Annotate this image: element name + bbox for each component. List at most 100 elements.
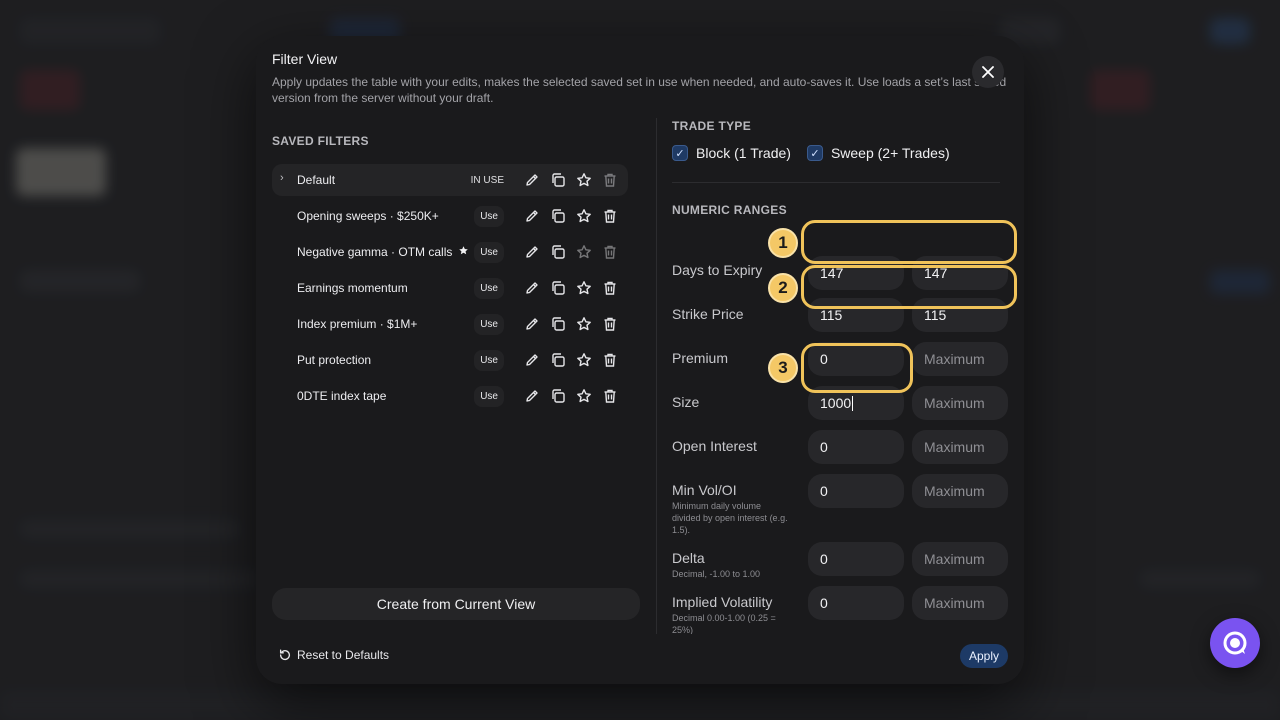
saved-filter-row[interactable]: › Default IN USE xyxy=(272,164,628,196)
saved-filter-name: Opening sweeps · $250K+ xyxy=(297,209,474,223)
panel-divider xyxy=(656,118,657,634)
pencil-icon[interactable] xyxy=(524,388,540,404)
highlight-days-to-expiry xyxy=(801,220,1017,264)
in-use-badge: IN USE xyxy=(470,174,504,186)
star-icon[interactable] xyxy=(576,352,592,368)
trash-icon[interactable] xyxy=(602,280,618,296)
star-icon[interactable] xyxy=(576,280,592,296)
saved-filter-name: 0DTE index tape xyxy=(297,389,474,403)
checkmark-icon: ✓ xyxy=(806,145,823,161)
copy-icon[interactable] xyxy=(550,244,566,260)
range-max-placeholder: Maximum xyxy=(924,395,985,411)
star-icon[interactable] xyxy=(576,388,592,404)
range-min-input[interactable]: 0 xyxy=(808,542,904,576)
use-button[interactable]: Use xyxy=(474,241,504,263)
range-label: Days to Expiry xyxy=(672,262,763,278)
use-button[interactable]: Use xyxy=(474,277,504,299)
reset-to-defaults-button[interactable]: Reset to Defaults xyxy=(278,648,389,662)
trash-icon[interactable] xyxy=(602,352,618,368)
saved-filter-name: Negative gamma · OTM calls xyxy=(297,245,474,259)
saved-filter-row[interactable]: Earnings momentum Use xyxy=(272,272,628,304)
copy-icon[interactable] xyxy=(550,280,566,296)
trash-icon[interactable] xyxy=(602,172,618,188)
numeric-ranges-list: Days to Expiry 147 147 Strike Price 115 115 Pr… xyxy=(672,256,1012,634)
saved-filter-row[interactable]: Index premium · $1M+ Use xyxy=(272,308,628,340)
range-label: Open Interest xyxy=(672,438,757,454)
trash-icon[interactable] xyxy=(602,316,618,332)
saved-filters-panel: SAVED FILTERS › Default IN USE Opening swee… xyxy=(272,134,628,416)
chevron-right-icon[interactable]: › xyxy=(280,172,284,184)
range-max-placeholder: Maximum xyxy=(924,595,985,611)
saved-filter-label: Default xyxy=(297,173,336,187)
range-max-input[interactable]: Maximum xyxy=(912,430,1008,464)
range-max-input[interactable]: Maximum xyxy=(912,342,1008,376)
pencil-icon[interactable] xyxy=(524,280,540,296)
star-icon[interactable] xyxy=(576,208,592,224)
highlight-strike-price xyxy=(801,265,1017,309)
range-help-text: Decimal 0.00-1.00 (0.25 = 25%) xyxy=(672,613,776,634)
range-min-value: 115 xyxy=(820,307,843,323)
copy-icon[interactable] xyxy=(550,172,566,188)
checkbox-block-label: Block (1 Trade) xyxy=(696,145,791,161)
close-button[interactable] xyxy=(972,56,1004,88)
range-min-value: 1000 xyxy=(820,395,852,411)
close-icon xyxy=(982,66,994,78)
saved-filter-label: Earnings momentum xyxy=(297,281,408,295)
pencil-icon[interactable] xyxy=(524,244,540,260)
star-icon[interactable] xyxy=(576,244,592,260)
range-label: Premium xyxy=(672,350,729,366)
pencil-icon[interactable] xyxy=(524,172,540,188)
saved-filter-row[interactable]: Opening sweeps · $250K+ Use xyxy=(272,200,628,232)
saved-filter-row[interactable]: 0DTE index tape Use xyxy=(272,380,628,412)
pencil-icon[interactable] xyxy=(524,316,540,332)
create-from-current-view-button[interactable]: Create from Current View xyxy=(272,588,640,620)
trash-icon[interactable] xyxy=(602,244,618,260)
chat-button[interactable] xyxy=(1210,618,1260,668)
annotation-marker-1: 1 xyxy=(768,228,798,258)
apply-button[interactable]: Apply xyxy=(959,644,1008,668)
rotate-ccw-icon xyxy=(279,649,291,661)
copy-icon[interactable] xyxy=(550,388,566,404)
pencil-icon[interactable] xyxy=(524,208,540,224)
copy-icon[interactable] xyxy=(550,208,566,224)
range-max-input[interactable]: Maximum xyxy=(912,586,1008,620)
trash-icon[interactable] xyxy=(602,388,618,404)
saved-filter-name: Index premium · $1M+ xyxy=(297,317,474,331)
modal-description: Apply updates the table with your edits,… xyxy=(272,75,1007,105)
saved-filters-list: › Default IN USE Opening sweeps · $250K+ Use… xyxy=(272,164,628,412)
range-label: Min Vol/OI xyxy=(672,482,737,498)
copy-icon[interactable] xyxy=(550,352,566,368)
checkbox-block[interactable]: ✓ Block (1 Trade) xyxy=(672,145,791,161)
range-max-input[interactable]: Maximum xyxy=(912,386,1008,420)
saved-filter-row[interactable]: Negative gamma · OTM calls Use xyxy=(272,236,628,268)
star-icon[interactable] xyxy=(576,316,592,332)
filter-view-modal: Filter View Apply updates the table with… xyxy=(256,36,1024,684)
modal-title: Filter View xyxy=(272,51,338,67)
use-button[interactable]: Use xyxy=(474,313,504,335)
section-divider xyxy=(672,182,1000,183)
range-min-input[interactable]: 0 xyxy=(808,586,904,620)
saved-filter-name: Earnings momentum xyxy=(297,281,474,295)
use-button[interactable]: Use xyxy=(474,385,504,407)
range-min-input[interactable]: 0 xyxy=(808,474,904,508)
saved-filter-label: Negative gamma · OTM calls xyxy=(297,245,453,259)
range-help-text: Decimal, -1.00 to 1.00 xyxy=(672,569,761,579)
star-icon[interactable] xyxy=(576,172,592,188)
use-button[interactable]: Use xyxy=(474,349,504,371)
range-min-input[interactable]: 0 xyxy=(808,430,904,464)
trade-type-options: ✓ Block (1 Trade) ✓ Sweep (2+ Trades) xyxy=(672,145,1012,161)
range-max-placeholder: Maximum xyxy=(924,483,985,499)
range-max-input[interactable]: Maximum xyxy=(912,542,1008,576)
range-max-input[interactable]: Maximum xyxy=(912,474,1008,508)
pencil-icon[interactable] xyxy=(524,352,540,368)
checkbox-sweep[interactable]: ✓ Sweep (2+ Trades) xyxy=(806,145,950,161)
saved-filter-row[interactable]: Put protection Use xyxy=(272,344,628,376)
range-min-value: 0 xyxy=(820,483,828,499)
annotation-marker-3: 3 xyxy=(768,353,798,383)
use-button[interactable]: Use xyxy=(474,205,504,227)
saved-filter-name: Put protection xyxy=(297,353,474,367)
saved-filters-heading: SAVED FILTERS xyxy=(272,134,369,148)
range-label: Size xyxy=(672,394,700,410)
trash-icon[interactable] xyxy=(602,208,618,224)
copy-icon[interactable] xyxy=(550,316,566,332)
